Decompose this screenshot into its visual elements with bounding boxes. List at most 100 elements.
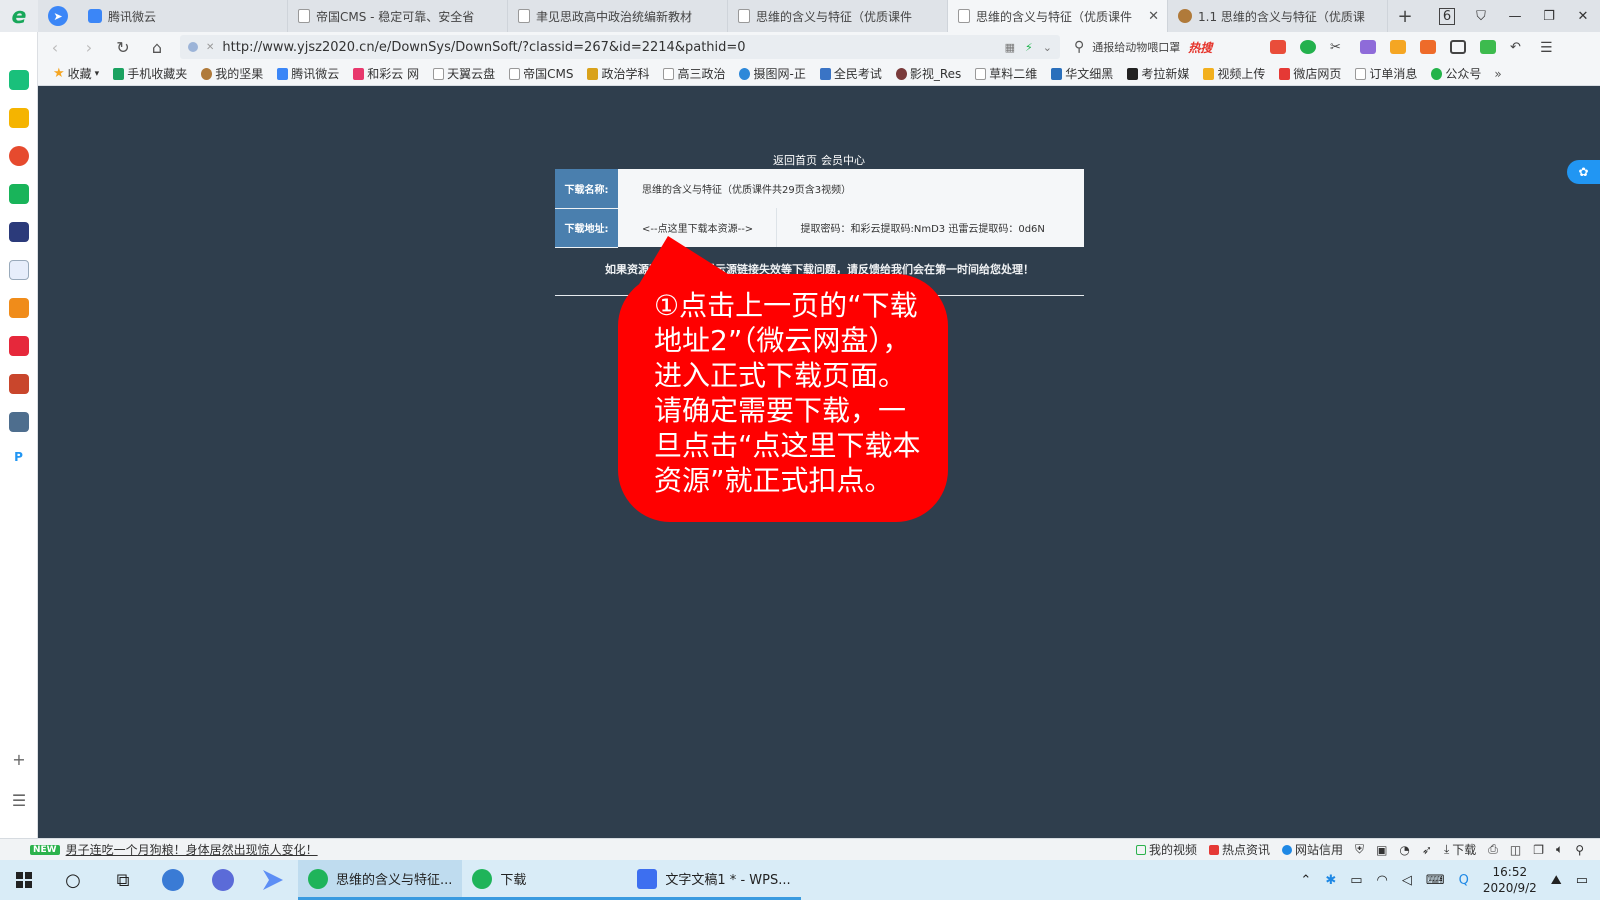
favorites-star-icon[interactable] [8, 108, 29, 128]
taskbar-wps-app[interactable]: 文字文稿1 * - WPS... [627, 860, 801, 900]
bookmark-item[interactable]: 我的坚果 [194, 65, 270, 82]
battery-icon[interactable] [1480, 40, 1496, 54]
home-button[interactable]: ⌂ [140, 38, 174, 57]
bookmark-item[interactable]: 微店网页 [1272, 65, 1348, 82]
pinned-app-icon[interactable] [248, 870, 298, 890]
speaker-icon[interactable]: ◁ [1402, 873, 1412, 888]
reload-button[interactable]: ↻ [106, 38, 140, 57]
site-credit-button[interactable]: 网站信用 [1282, 841, 1343, 858]
grid-icon[interactable] [1450, 40, 1466, 54]
search-hint[interactable]: 通报给动物喂口罩 [1092, 39, 1180, 55]
tab-thinking-active[interactable]: 思维的含义与特征（优质课件 ✕ [948, 0, 1168, 32]
cache-icon[interactable]: ◫ [1510, 843, 1521, 857]
floating-assistant-button[interactable]: ✿ [1567, 160, 1600, 184]
bookmark-item[interactable]: 天翼云盘 [426, 65, 502, 82]
app-tray-icon[interactable]: ⛰ [1551, 873, 1562, 888]
bookmark-item[interactable]: 视频上传 [1196, 65, 1272, 82]
add-app-icon[interactable] [8, 70, 29, 90]
bookmark-favorites[interactable]: ★ 收藏 ▾ [46, 65, 106, 82]
pinned-app-icon[interactable] [198, 869, 248, 891]
game-icon[interactable] [1420, 40, 1436, 54]
tab-count-button[interactable]: 6 [1430, 7, 1464, 25]
url-dropdown-icon[interactable]: ⌄ [1043, 41, 1052, 54]
comment-icon[interactable] [1270, 40, 1286, 54]
maximize-button[interactable]: ❐ [1532, 9, 1566, 24]
bookmark-item[interactable]: 草料二维 [968, 65, 1044, 82]
window-icon[interactable]: ❐ [1533, 843, 1544, 857]
minimize-button[interactable]: — [1498, 9, 1532, 24]
game-icon[interactable] [8, 374, 29, 394]
bookmark-item[interactable]: 高三政治 [656, 65, 732, 82]
speed-mode-icon[interactable]: ⚡ [1025, 41, 1033, 54]
mail-icon[interactable] [8, 184, 29, 204]
screenshot-icon[interactable]: ▣ [1376, 843, 1387, 857]
bookmark-item[interactable]: 全民考试 [813, 65, 889, 82]
volume-icon[interactable]: 🔈︎ [1556, 842, 1563, 857]
back-button[interactable]: ‹ [38, 38, 72, 57]
bookmark-item[interactable]: 影视_Res [889, 65, 968, 82]
bluetooth-icon[interactable]: ✱ [1325, 873, 1336, 888]
menu-icon[interactable]: ☰ [1540, 40, 1556, 56]
site-info-icon[interactable] [188, 42, 198, 52]
weibo-icon[interactable] [8, 146, 29, 166]
p-app-icon[interactable]: P [9, 450, 29, 470]
undo-icon[interactable]: ↶ [1510, 40, 1526, 55]
browser-logo[interactable]: e [0, 0, 38, 32]
bookmark-item[interactable]: 华文细黑 [1044, 65, 1120, 82]
restore-tabs-icon[interactable]: ⛉ [1464, 9, 1498, 24]
close-window-button[interactable]: ✕ [1566, 9, 1600, 24]
tab-yjsz[interactable]: 聿见思政高中政治统编新教材 [508, 0, 728, 32]
rocket-icon[interactable]: ➶ [1422, 843, 1432, 857]
clock[interactable]: 16:52 2020/9/2 [1483, 864, 1537, 896]
search-box[interactable]: ⚲ 通报给动物喂口罩 热搜 [1074, 39, 1254, 56]
downloads-button[interactable]: ⤓ 下载 [1444, 841, 1476, 858]
green-circle-icon[interactable] [1300, 40, 1316, 54]
tab-empire-cms[interactable]: 帝国CMS - 稳定可靠、安全省 [288, 0, 508, 32]
url-field[interactable]: ✕ http://www.yjsz2020.cn/e/DownSys/DownS… [180, 35, 1060, 59]
sidebar-list-icon[interactable]: ☰ [12, 791, 26, 810]
print-icon[interactable]: ⎙ [1488, 842, 1498, 857]
scissors-icon[interactable]: ✂ [1330, 40, 1346, 55]
sidebar-add-icon[interactable]: + [12, 750, 25, 769]
tab-nav-button[interactable]: ➤ [38, 0, 78, 32]
game2-icon[interactable] [8, 412, 29, 432]
tab-thinking-1-1[interactable]: 1.1 思维的含义与特征（优质课 [1168, 0, 1388, 32]
bookmark-item[interactable]: 考拉新媒 [1120, 65, 1196, 82]
document-icon[interactable] [8, 260, 29, 280]
read-icon[interactable] [8, 222, 29, 242]
qr-code-icon[interactable]: ▦ [1005, 41, 1015, 54]
my-videos-button[interactable]: 我的视频 [1136, 841, 1197, 858]
bookmark-item[interactable]: 订单消息 [1348, 65, 1424, 82]
tab-weiyun[interactable]: 腾讯微云 [78, 0, 288, 32]
notification-icon[interactable]: ▭ [1576, 873, 1588, 888]
new-tab-button[interactable]: + [1388, 0, 1422, 32]
bookmark-item[interactable]: 政治学科 [580, 65, 656, 82]
tab-close-icon[interactable]: ✕ [1148, 9, 1159, 24]
taskbar-download-app[interactable]: 下载 [462, 860, 628, 900]
bookmarks-more-button[interactable]: » [1488, 67, 1501, 81]
pinned-app-icon[interactable] [148, 869, 198, 891]
cortana-search-icon[interactable]: ○ [48, 870, 98, 891]
tray-expand-icon[interactable]: ⌃ [1300, 873, 1311, 888]
bookmark-item[interactable]: 公众号 [1424, 65, 1488, 82]
battery-icon[interactable]: ▭ [1350, 873, 1362, 888]
shield-icon[interactable] [1390, 40, 1406, 54]
zoom-icon[interactable]: ⚲ [1575, 843, 1584, 857]
bookmark-item[interactable]: 手机收藏夹 [106, 65, 194, 82]
wifi-icon[interactable]: ◠ [1377, 873, 1388, 888]
ime-icon[interactable]: ⌨ [1426, 873, 1445, 888]
tab-thinking-1[interactable]: 思维的含义与特征（优质课件 [728, 0, 948, 32]
hot-news-button[interactable]: 热点资讯 [1209, 841, 1270, 858]
search-tray-icon[interactable]: Q [1459, 873, 1469, 888]
start-button[interactable] [0, 872, 48, 888]
hot-search-label[interactable]: 热搜 [1188, 39, 1212, 56]
jd-icon[interactable] [8, 336, 29, 356]
forward-button[interactable]: › [72, 38, 106, 57]
speed-icon[interactable]: ◔ [1399, 843, 1409, 857]
task-view-icon[interactable]: ⧉ [98, 870, 148, 891]
bookmark-item[interactable]: 腾讯微云 [270, 65, 346, 82]
bookmark-item[interactable]: 帝国CMS [502, 65, 580, 82]
taskbar-browser-app[interactable]: 思维的含义与特征... [298, 860, 463, 900]
url-text[interactable]: http://www.yjsz2020.cn/e/DownSys/DownSof… [222, 40, 996, 55]
bookmark-item[interactable]: 摄图网-正 [732, 65, 812, 82]
